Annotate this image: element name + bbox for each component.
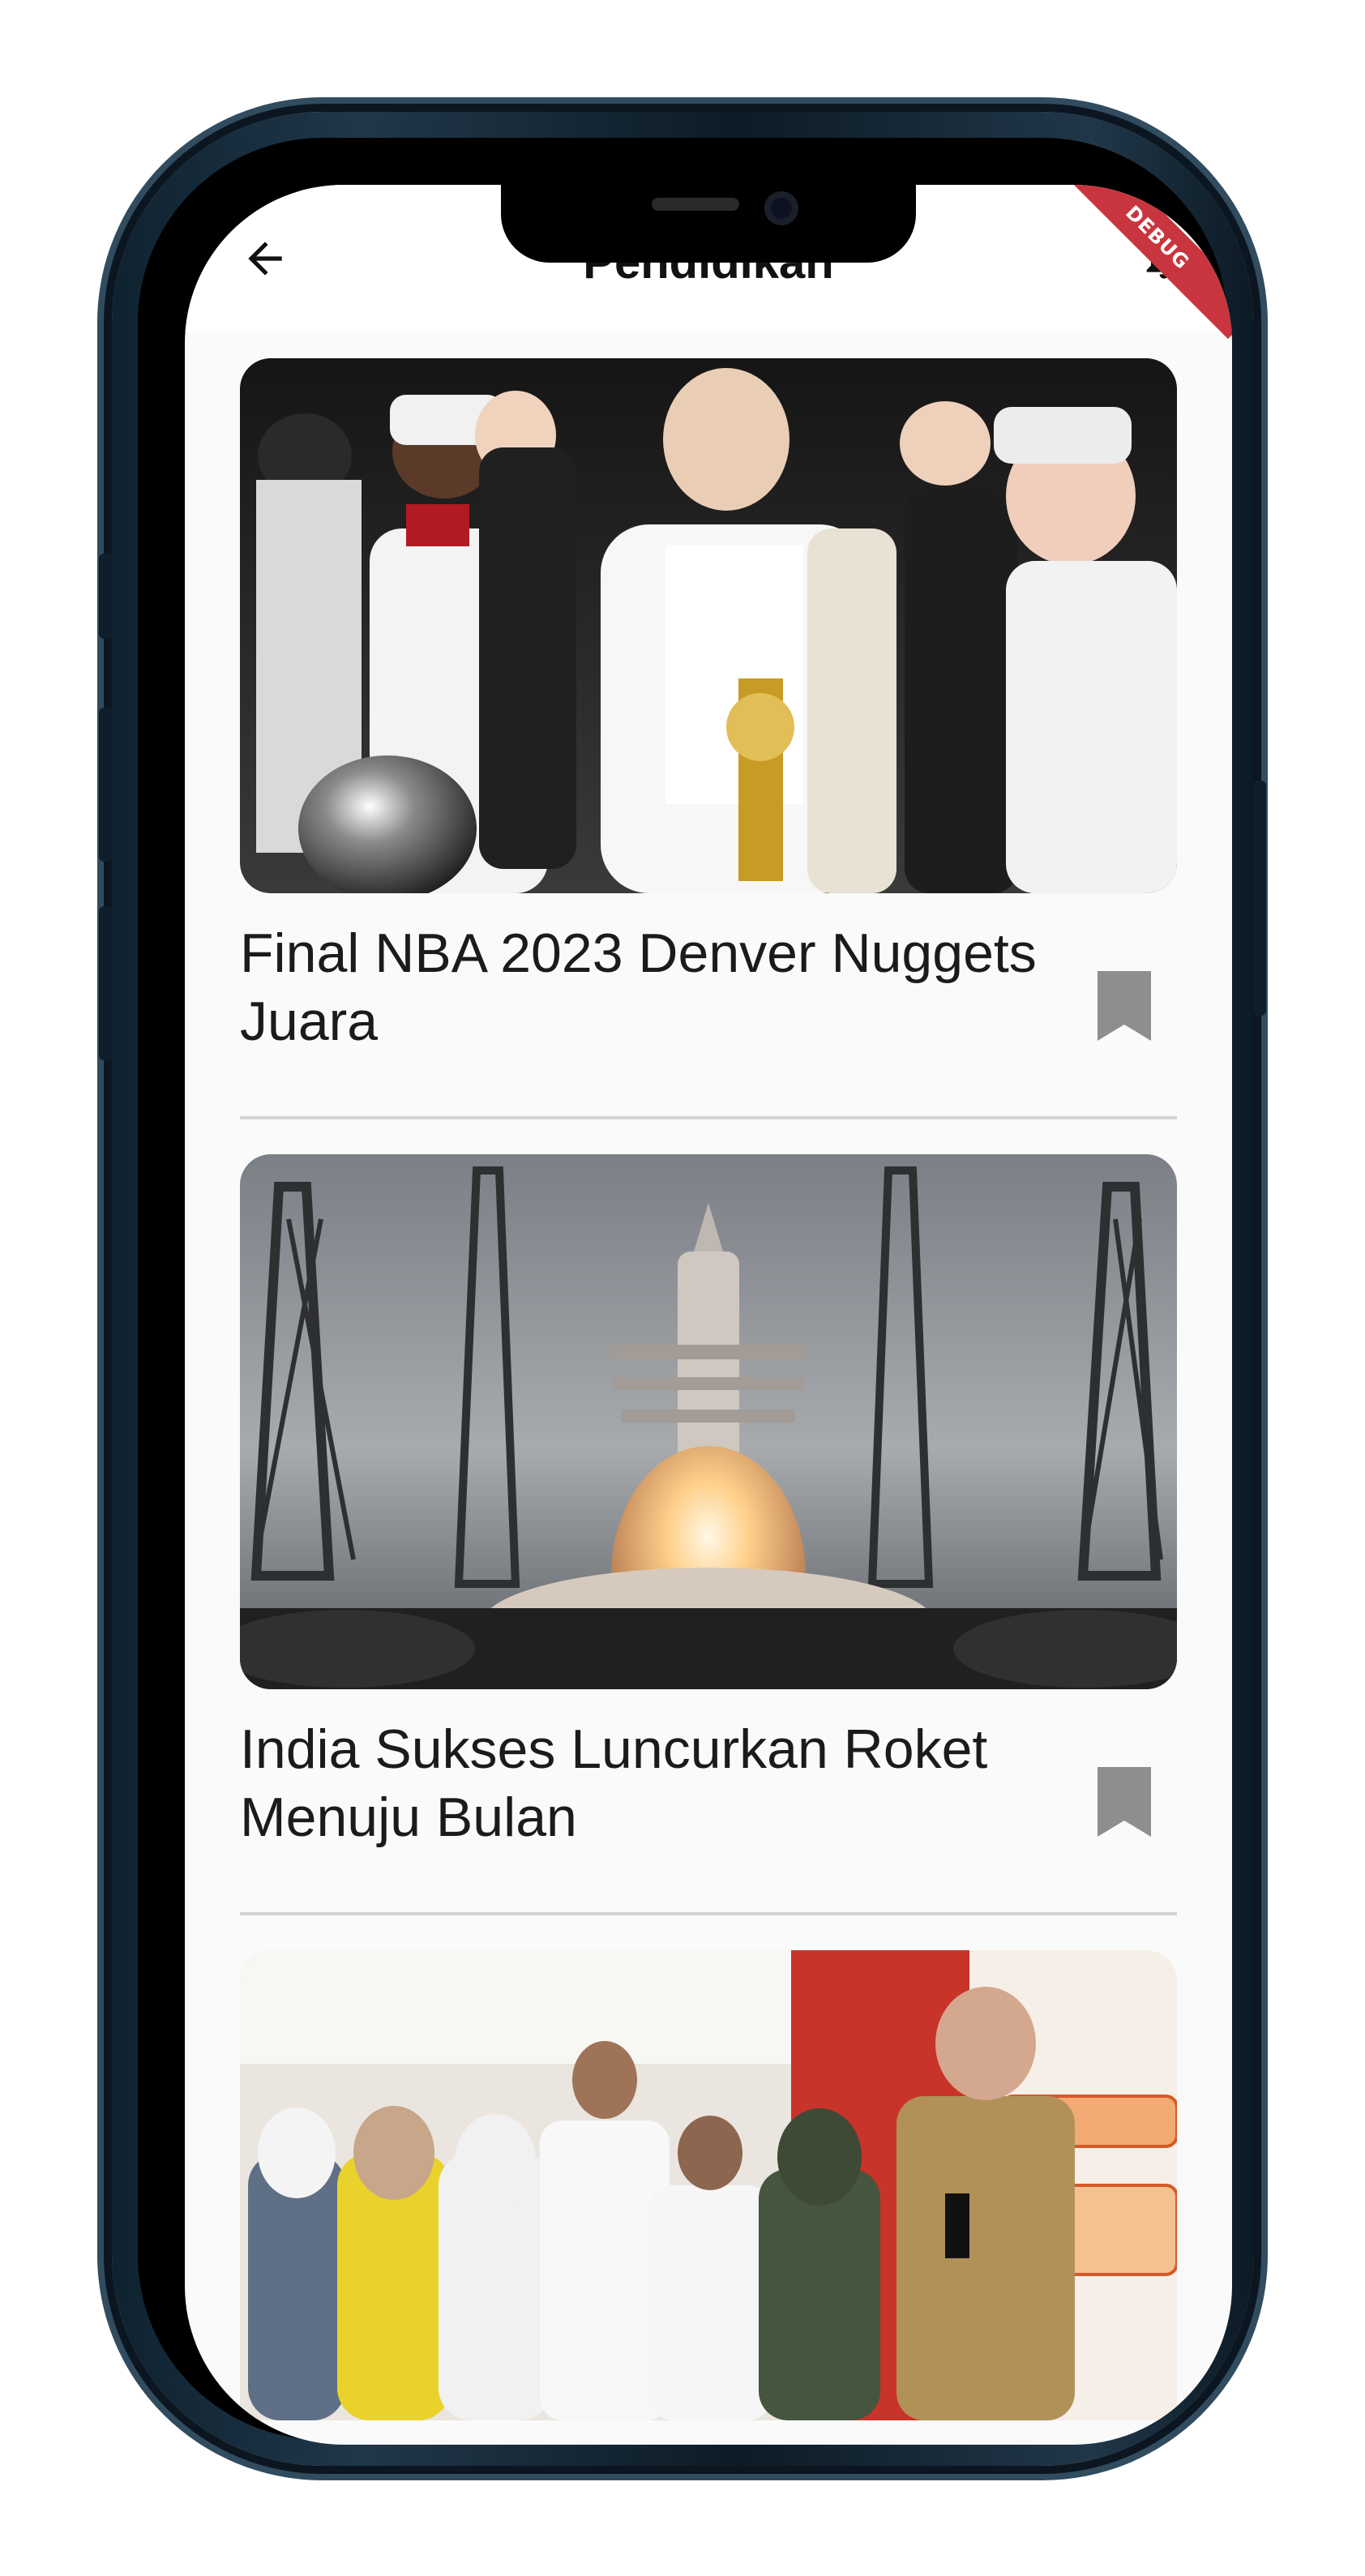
article-title[interactable]: India Sukses Luncurkan Roket Menuju Bula…: [240, 1715, 1083, 1851]
front-camera: [764, 191, 798, 225]
basketball-championship-photo[interactable]: [240, 358, 1177, 893]
rocket-launch-photo[interactable]: [240, 1154, 1177, 1689]
bookmark-icon[interactable]: [1098, 971, 1151, 1041]
app-screen: DEBUG Pendidikan: [185, 185, 1232, 2445]
phone-frame: DEBUG Pendidikan: [99, 112, 1266, 2466]
students-and-official-photo[interactable]: [240, 1950, 1177, 2420]
volume-up-button: [99, 708, 112, 862]
speaker-grille: [652, 198, 739, 211]
news-feed[interactable]: Final NBA 2023 Denver Nuggets Juara Indi…: [185, 358, 1232, 2420]
card-divider: [240, 1116, 1177, 1119]
news-card[interactable]: India Sukses Luncurkan Roket Menuju Bula…: [185, 1154, 1232, 1950]
silent-switch: [99, 554, 112, 639]
news-card[interactable]: [185, 1950, 1232, 2420]
power-button: [1253, 781, 1266, 1016]
card-divider: [240, 1912, 1177, 1915]
news-card[interactable]: Final NBA 2023 Denver Nuggets Juara: [185, 358, 1232, 1154]
phone-bezel: DEBUG Pendidikan: [138, 138, 1232, 2445]
article-title[interactable]: Final NBA 2023 Denver Nuggets Juara: [240, 919, 1083, 1055]
camera-notch: [501, 185, 916, 263]
bookmark-icon[interactable]: [1098, 1767, 1151, 1837]
volume-down-button: [99, 906, 112, 1060]
